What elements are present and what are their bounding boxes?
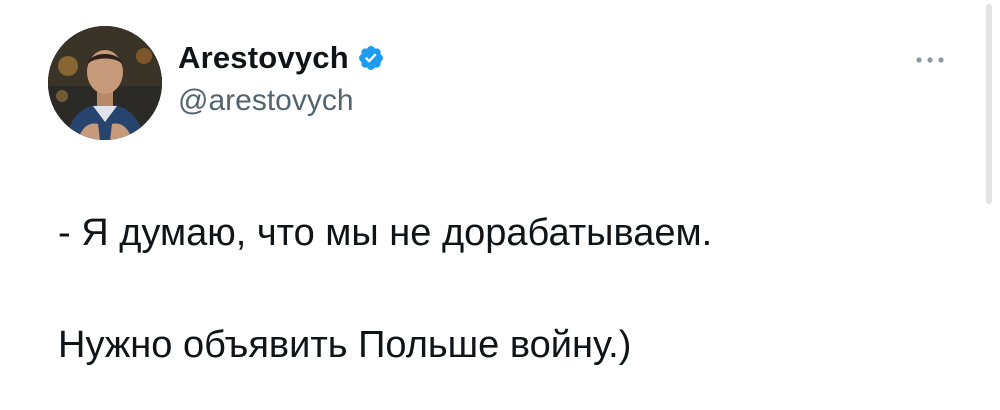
more-options-button[interactable] [910, 48, 950, 72]
tweet-text: - Я думаю, что мы не дорабатываем. Нужно… [58, 210, 958, 368]
tweet-card: Arestovych @arestovych - Я думаю, что мы… [0, 0, 1000, 410]
more-options-icon [916, 57, 944, 63]
author-avatar[interactable] [48, 26, 162, 140]
author-name-row: Arestovych [178, 38, 385, 78]
tweet-text-line: - Я думаю, что мы не дорабатываем. [58, 212, 713, 254]
scrollbar[interactable] [986, 4, 992, 204]
author-info: Arestovych @arestovych [178, 38, 385, 118]
avatar-photo [48, 26, 162, 140]
author-display-name[interactable]: Arestovych [178, 40, 349, 76]
author-handle[interactable]: @arestovych [178, 84, 385, 118]
verified-badge-icon [357, 44, 385, 72]
tweet-text-line: Нужно объявить Польше войну.) [58, 324, 632, 366]
